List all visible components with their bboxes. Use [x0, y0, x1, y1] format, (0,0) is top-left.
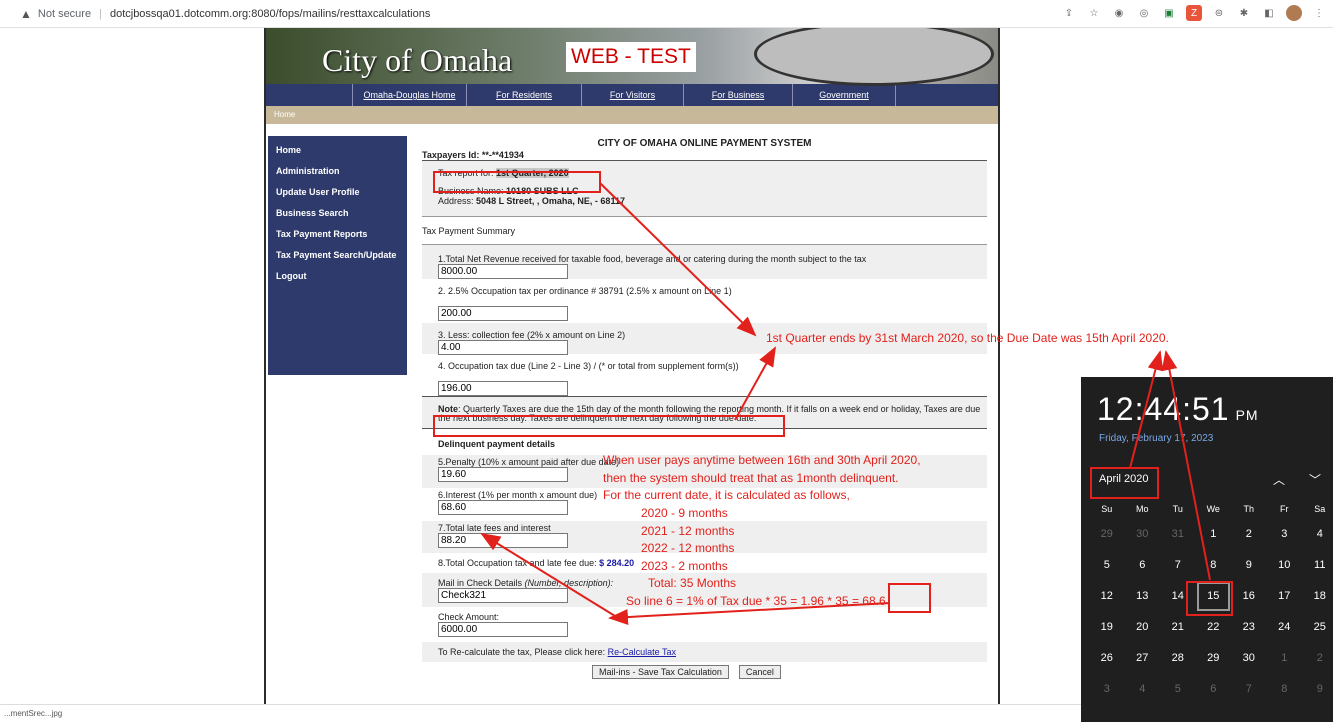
arrow-to-line6: [480, 532, 616, 617]
annotation-months: 2020 - 9 months 2021 - 12 months 2022 - …: [641, 505, 734, 575]
highlight-day-15: [1186, 581, 1233, 616]
highlight-report-period: [433, 171, 601, 193]
annotation-line: When user pays anytime between 16th and …: [603, 453, 921, 467]
annotation-due-date: 1st Quarter ends by 31st March 2020, so …: [766, 331, 1169, 345]
annotation-month-line: 2020 - 9 months: [641, 506, 728, 520]
annotation-month-line: 2023 - 2 months: [641, 558, 728, 573]
highlight-result: [888, 583, 931, 613]
arrow-note-to-due: [734, 346, 776, 421]
annotation-arrows: [480, 182, 1211, 626]
annotation-total: Total: 35 Months: [648, 576, 737, 590]
annotation-formula: So line 6 = 1% of Tax due * 35 = 1.96 * …: [626, 594, 886, 608]
annotation-month-line: 2021 - 12 months: [641, 523, 735, 538]
arrow-report-to-note: [599, 182, 757, 337]
annotation-delinquent: When user pays anytime between 16th and …: [603, 452, 921, 505]
highlight-month: [1090, 467, 1159, 499]
annotation-line: then the system should treat that as 1mo…: [603, 470, 899, 485]
arrow-month-to-due: [1129, 350, 1164, 469]
download-bar[interactable]: ...mentSrec...jpg: [0, 704, 1081, 722]
highlight-note: [433, 415, 785, 437]
annotation-line: For the current date, it is calculated a…: [603, 488, 850, 502]
annotation-month-line: 2022 - 12 months: [641, 541, 735, 555]
arrow-day-to-due: [1161, 350, 1211, 581]
